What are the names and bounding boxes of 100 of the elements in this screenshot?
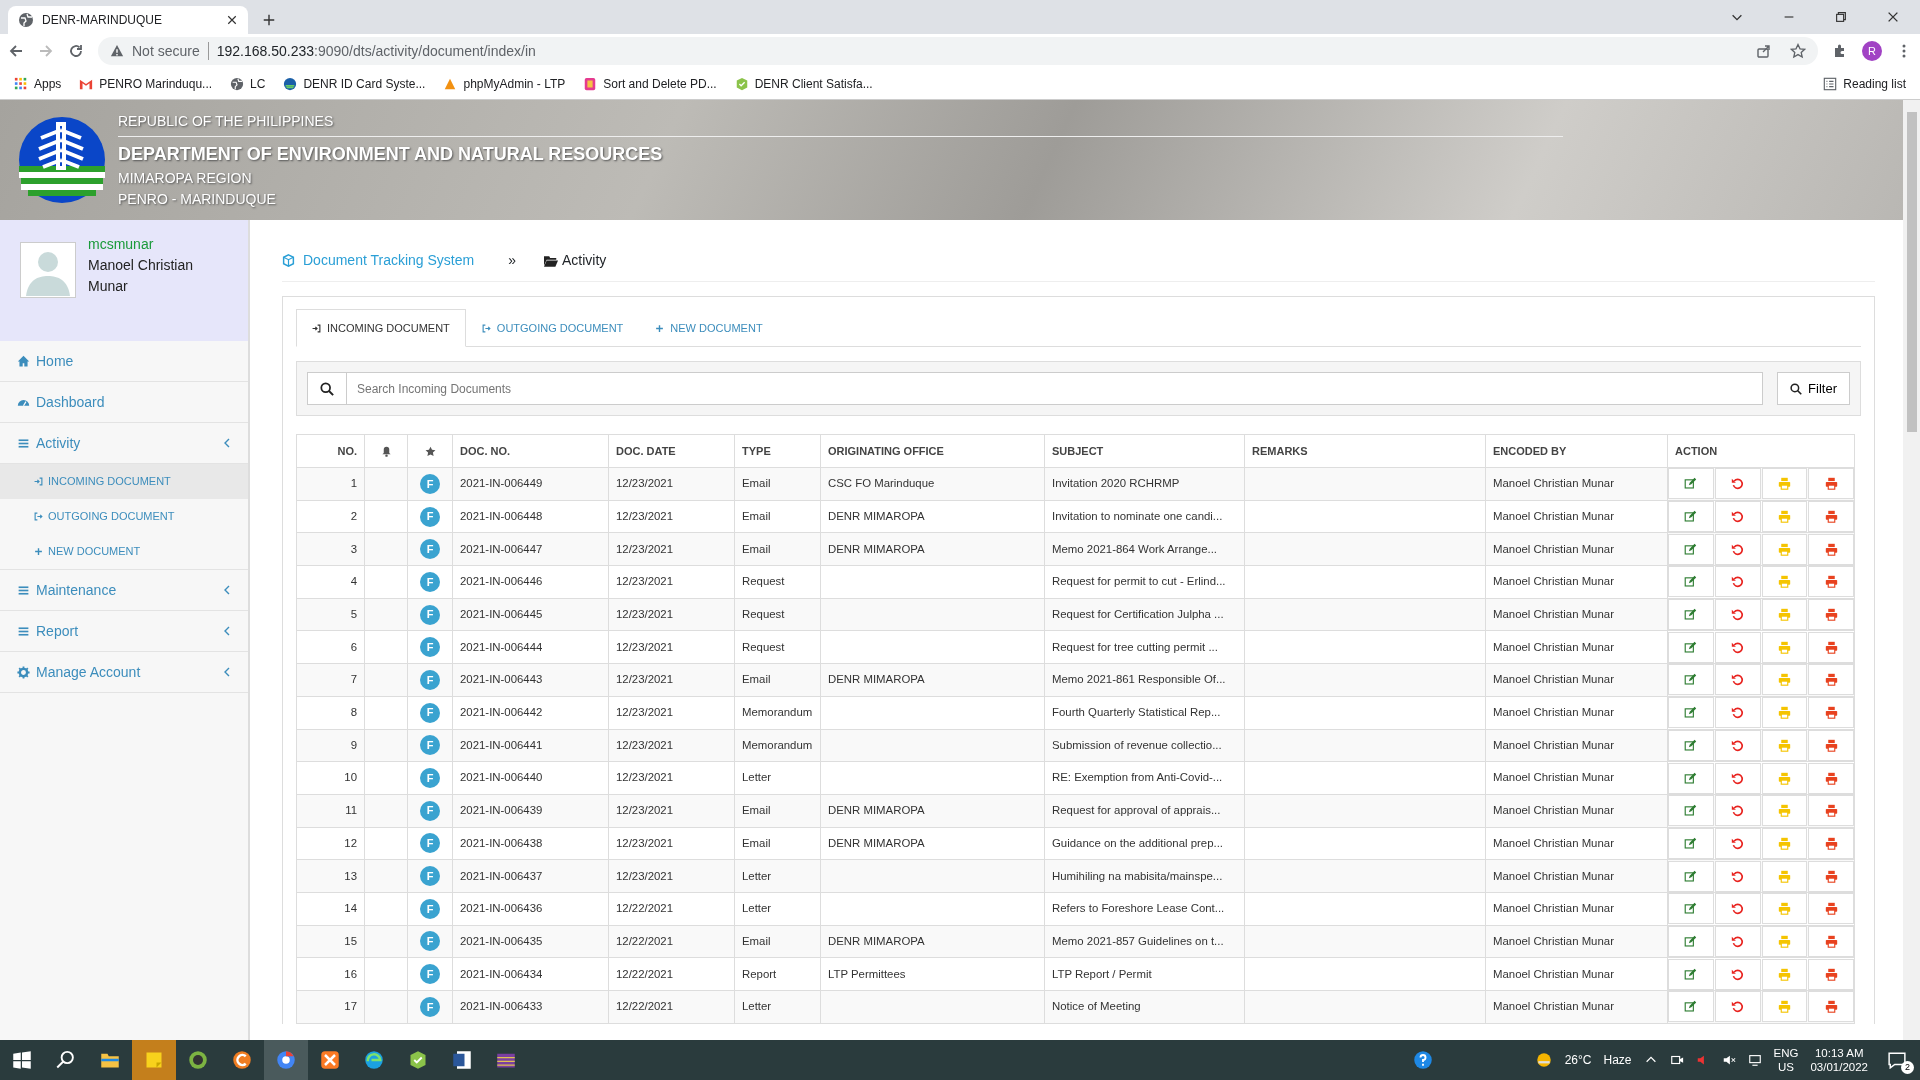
- column-header[interactable]: ACTION: [1667, 434, 1855, 468]
- undo-button[interactable]: [1714, 762, 1761, 794]
- tab[interactable]: INCOMING DOCUMENT: [296, 309, 466, 347]
- share-icon[interactable]: [1756, 43, 1772, 59]
- clock-time[interactable]: 10:13 AM: [1814, 1045, 1864, 1060]
- edit-button[interactable]: [1668, 762, 1714, 794]
- edit-button[interactable]: [1668, 828, 1714, 859]
- sidebar-item[interactable]: Manage Account: [0, 652, 248, 693]
- undo-button[interactable]: [1714, 795, 1761, 827]
- bookmark[interactable]: Sort and Delete PD...: [583, 74, 717, 93]
- undo-button[interactable]: [1714, 697, 1761, 728]
- column-header[interactable]: ENCODED BY: [1485, 434, 1668, 468]
- search-field[interactable]: Search Incoming Documents: [347, 372, 1764, 405]
- edit-button[interactable]: [1668, 991, 1714, 1023]
- bookmark[interactable]: DENR ID Card Syste...: [283, 74, 426, 93]
- edit-button[interactable]: [1668, 599, 1714, 630]
- close-icon[interactable]: [1886, 10, 1900, 24]
- camera-icon[interactable]: [1669, 1053, 1684, 1067]
- print-button[interactable]: [1808, 664, 1854, 696]
- undo-button[interactable]: [1714, 860, 1761, 892]
- scrollbar[interactable]: [1903, 100, 1920, 1040]
- undo-button[interactable]: [1714, 828, 1761, 859]
- undo-button[interactable]: [1714, 631, 1761, 663]
- filter-button[interactable]: Filter: [1777, 372, 1850, 405]
- address-bar[interactable]: Not secure 192.168.50.233:9090/dts/activity/document/index/in: [98, 37, 1818, 65]
- print-button[interactable]: [1808, 958, 1854, 990]
- sidebar-item[interactable]: Home: [0, 341, 248, 382]
- undo-button[interactable]: [1714, 468, 1761, 500]
- back-icon[interactable]: [8, 43, 24, 59]
- print-button[interactable]: [1808, 468, 1854, 500]
- bookmark[interactable]: DENR Client Satisfa...: [734, 74, 873, 93]
- edit-button[interactable]: [1668, 958, 1714, 990]
- close-icon[interactable]: [226, 14, 238, 26]
- print-button[interactable]: [1808, 893, 1854, 925]
- edit-button[interactable]: [1668, 893, 1714, 925]
- sidebar-item[interactable]: Dashboard: [0, 382, 248, 423]
- undo-button[interactable]: [1714, 926, 1761, 957]
- print-button[interactable]: [1808, 991, 1854, 1023]
- undo-button[interactable]: [1714, 566, 1761, 598]
- undo-button[interactable]: [1714, 501, 1761, 532]
- language-code[interactable]: ENG: [1773, 1045, 1799, 1060]
- profile-avatar[interactable]: R: [1862, 41, 1882, 61]
- bookmark[interactable]: phpMyAdmin - LTP: [443, 74, 566, 93]
- undo-button[interactable]: [1714, 664, 1761, 696]
- edit-button[interactable]: [1668, 730, 1714, 761]
- print-button[interactable]: [1808, 795, 1854, 827]
- print-button[interactable]: [1808, 599, 1854, 630]
- sidebar-subitem[interactable]: OUTGOING DOCUMENT: [0, 499, 248, 534]
- edit-button[interactable]: [1668, 795, 1714, 827]
- sidebar-subitem[interactable]: NEW DOCUMENT: [0, 534, 248, 569]
- column-header[interactable]: DOC. DATE: [608, 434, 735, 468]
- bookmark[interactable]: PENRO Marinduqu...: [79, 74, 213, 93]
- restore-icon[interactable]: [1834, 10, 1848, 24]
- clock-date[interactable]: 03/01/2022: [1810, 1060, 1868, 1075]
- print-button[interactable]: [1808, 631, 1854, 663]
- undo-button[interactable]: [1714, 533, 1761, 565]
- undo-button[interactable]: [1714, 893, 1761, 925]
- edit-button[interactable]: [1668, 664, 1714, 696]
- bookmark[interactable]: LC: [230, 74, 266, 93]
- undo-button[interactable]: [1714, 958, 1761, 990]
- reload-icon[interactable]: [68, 43, 84, 59]
- bookmark[interactable]: Apps: [14, 74, 62, 93]
- taskbar-button[interactable]: [264, 1040, 308, 1080]
- column-header[interactable]: SUBJECT: [1044, 434, 1245, 468]
- muted-speaker-icon[interactable]: [1721, 1053, 1736, 1067]
- column-header[interactable]: TYPE: [734, 434, 821, 468]
- print-button[interactable]: [1808, 730, 1854, 761]
- edit-button[interactable]: [1668, 860, 1714, 892]
- print-button[interactable]: [1808, 926, 1854, 957]
- edit-button[interactable]: [1668, 533, 1714, 565]
- tab[interactable]: NEW DOCUMENT: [639, 309, 779, 347]
- column-header[interactable]: DOC. NO.: [452, 434, 609, 468]
- sidebar-item[interactable]: Maintenance: [0, 570, 248, 611]
- column-header[interactable]: NO.: [296, 434, 365, 468]
- print-button[interactable]: [1808, 828, 1854, 859]
- edit-button[interactable]: [1668, 631, 1714, 663]
- print-button[interactable]: [1808, 860, 1854, 892]
- edit-button[interactable]: [1668, 468, 1714, 500]
- column-header[interactable]: REMARKS: [1244, 434, 1486, 468]
- print-button[interactable]: [1808, 533, 1854, 565]
- column-header[interactable]: ORIGINATING OFFICE: [820, 434, 1045, 468]
- forward-icon[interactable]: [38, 43, 54, 59]
- undo-button[interactable]: [1714, 599, 1761, 630]
- region-code[interactable]: US: [1778, 1060, 1794, 1075]
- edit-button[interactable]: [1668, 501, 1714, 532]
- print-button[interactable]: [1808, 501, 1854, 532]
- network-icon[interactable]: [1747, 1053, 1762, 1067]
- edit-button[interactable]: [1668, 566, 1714, 598]
- help-icon[interactable]: [1412, 1050, 1433, 1070]
- edit-button[interactable]: [1668, 697, 1714, 728]
- scrollbar-thumb[interactable]: [1906, 112, 1917, 432]
- new-tab-icon[interactable]: [262, 13, 276, 27]
- sidebar-item[interactable]: Report: [0, 611, 248, 652]
- star-icon[interactable]: [1790, 43, 1806, 59]
- edit-button[interactable]: [1668, 926, 1714, 957]
- undo-button[interactable]: [1714, 730, 1761, 761]
- reading-list-button[interactable]: Reading list: [1823, 74, 1906, 93]
- print-button[interactable]: [1808, 762, 1854, 794]
- tab[interactable]: OUTGOING DOCUMENT: [465, 309, 640, 347]
- notification-icon[interactable]: [1888, 1050, 1906, 1069]
